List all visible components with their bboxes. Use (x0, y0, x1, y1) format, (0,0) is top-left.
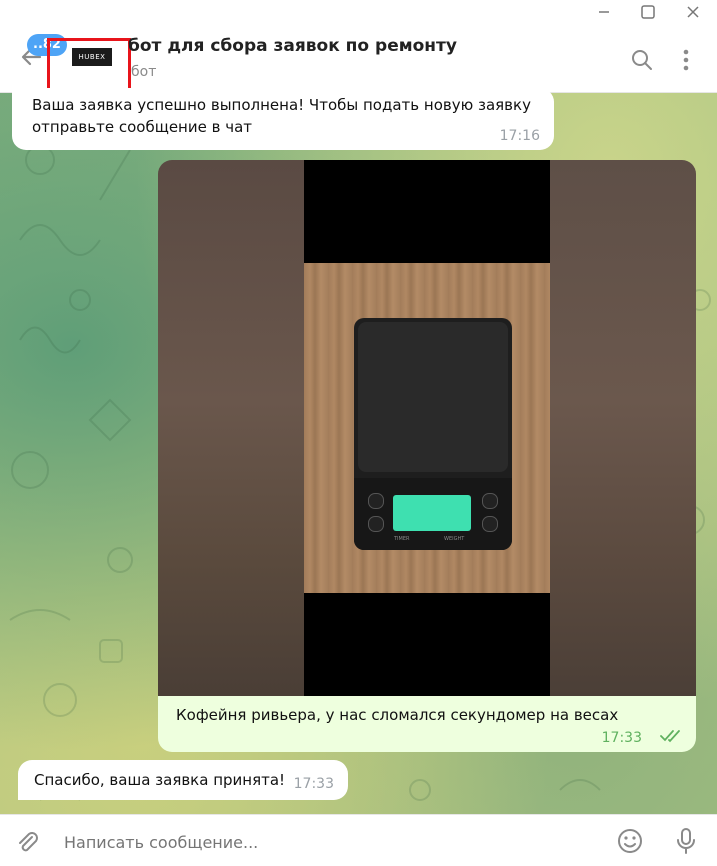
message-text-line: Ваша заявка успешно выполнена! Чтобы под… (32, 96, 531, 114)
scale-label: WEIGHT (444, 536, 465, 542)
search-icon[interactable] (630, 48, 654, 72)
message-text-line: отправьте сообщение в чат (32, 118, 253, 136)
message-caption: Кофейня ривьера, у нас сломался секундом… (176, 706, 619, 724)
message-time: 17:16 (499, 128, 540, 144)
maximize-icon[interactable] (638, 2, 658, 22)
kitchen-scale: TIMER WEIGHT (354, 318, 512, 550)
photo-blur-left (158, 160, 304, 696)
message-time: 17:33 (293, 776, 334, 792)
chat-header: ..82 HUBEX бот для сбора заявок по ремон… (0, 24, 717, 112)
read-checkmarks-icon (660, 730, 680, 743)
photo-image: TIMER WEIGHT (304, 160, 550, 696)
message-time: 17:33 (601, 730, 642, 746)
scale-label: TIMER (394, 536, 410, 542)
chat-title[interactable]: бот для сбора заявок по ремонту (128, 36, 457, 56)
message-input[interactable] (62, 827, 586, 857)
incoming-message[interactable]: Спасибо, ваша заявка принята! 17:33 (18, 760, 348, 800)
minimize-icon[interactable] (594, 2, 614, 22)
emoji-icon[interactable] (616, 827, 644, 855)
attach-paperclip-icon[interactable] (14, 829, 40, 855)
chat-subtitle: бот (131, 64, 157, 80)
photo-attachment[interactable]: TIMER WEIGHT (158, 160, 696, 696)
more-options-icon[interactable] (676, 48, 696, 72)
message-text: Спасибо, ваша заявка принята! (34, 771, 286, 789)
close-icon[interactable] (683, 2, 703, 22)
scale-button (482, 493, 498, 509)
scale-platform (358, 322, 508, 472)
outgoing-message-caption[interactable]: Кофейня ривьера, у нас сломался секундом… (158, 696, 696, 752)
microphone-icon[interactable] (674, 827, 698, 855)
scale-button (482, 516, 498, 532)
wood-surface: TIMER WEIGHT (304, 263, 550, 593)
message-composer (0, 814, 717, 866)
scale-display (393, 495, 471, 531)
photo-blur-right (550, 160, 696, 696)
scale-button (368, 493, 384, 509)
scale-button (368, 516, 384, 532)
window-titlebar (0, 0, 717, 24)
incoming-message[interactable]: Ваша заявка успешно выполнена! Чтобы под… (12, 88, 554, 150)
